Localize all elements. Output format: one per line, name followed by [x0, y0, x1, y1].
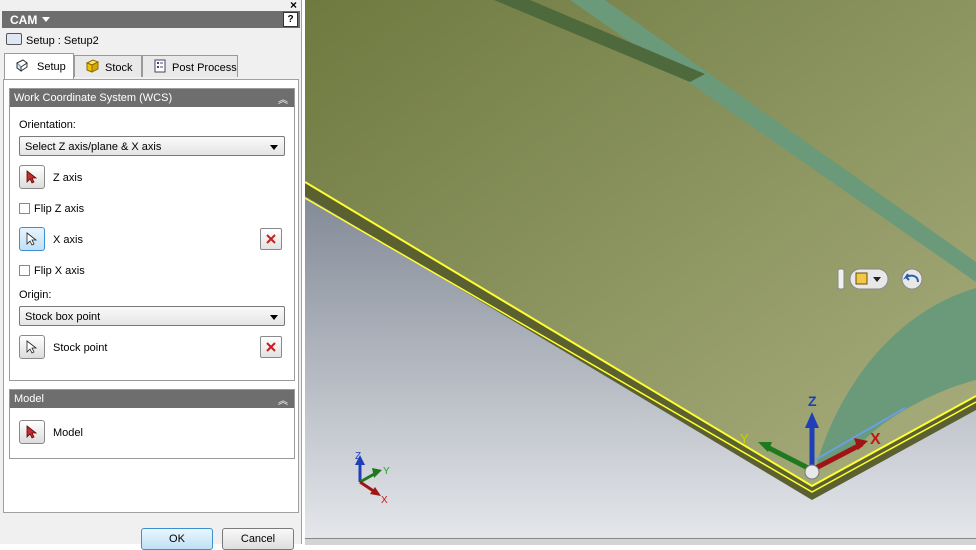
collapse-icon[interactable]: ︽ [278, 91, 288, 106]
cursor-icon [26, 425, 38, 439]
undo-view-button[interactable] [901, 268, 923, 290]
z-axis-label: Z axis [53, 172, 83, 184]
cam-panel: × CAM ? Setup : Setup2 Setup Stock Post … [0, 0, 302, 550]
model-group: Model ︽ Model [9, 389, 295, 459]
y-axis-text: Y [740, 431, 749, 446]
panel-titlebar[interactable]: CAM ? [2, 11, 300, 28]
z-axis-text: Z [808, 393, 817, 409]
origin-sphere [804, 464, 820, 480]
tab-setup-label: Setup [37, 61, 66, 73]
panel-title: CAM [10, 13, 38, 27]
small-y-text: Y [383, 466, 390, 477]
tab-setup[interactable]: Setup [4, 53, 74, 79]
flip-z-checkbox[interactable] [19, 203, 30, 214]
nav-grip[interactable] [837, 268, 845, 290]
tab-post-process[interactable]: Post Process [142, 55, 238, 77]
navigation-bar [836, 268, 928, 290]
folder-open-icon [6, 33, 22, 45]
tab-content: Work Coordinate System (WCS) ︽ Orientati… [3, 79, 299, 513]
setup-path-label: Setup : Setup2 [26, 35, 99, 47]
x-axis-label: X axis [53, 234, 83, 246]
origin-select[interactable]: Stock box point [19, 306, 285, 326]
wcs-group: Work Coordinate System (WCS) ︽ Orientati… [9, 88, 295, 381]
origin-value: Stock box point [25, 311, 101, 323]
model-group-header[interactable]: Model ︽ [10, 390, 294, 408]
orientation-label: Orientation: [19, 119, 76, 131]
orientation-value: Select Z axis/plane & X axis [25, 141, 162, 153]
breadcrumb: Setup : Setup2 [6, 33, 99, 47]
origin-label: Origin: [19, 289, 52, 301]
ok-button[interactable]: OK [141, 528, 213, 550]
tab-stock-label: Stock [105, 62, 133, 74]
x-axis-select-button[interactable] [19, 227, 45, 251]
wcs-group-header[interactable]: Work Coordinate System (WCS) ︽ [10, 89, 294, 107]
cancel-button[interactable]: Cancel [222, 528, 294, 550]
close-icon [266, 234, 276, 244]
z-axis-select-button[interactable] [19, 165, 45, 189]
clear-x-axis-button[interactable] [260, 228, 282, 250]
flip-z-label: Flip Z axis [34, 203, 85, 215]
close-icon [266, 342, 276, 352]
flip-x-checkbox[interactable] [19, 265, 30, 276]
wcs-group-title: Work Coordinate System (WCS) [14, 92, 173, 104]
model-group-title: Model [14, 393, 44, 405]
small-z-text: Z [355, 451, 361, 462]
post-process-icon [154, 59, 166, 73]
clear-stock-point-button[interactable] [260, 336, 282, 358]
collapse-icon[interactable]: ︽ [278, 392, 288, 407]
setup-icon [16, 59, 28, 72]
flip-x-label: Flip X axis [34, 265, 85, 277]
cube-icon [855, 272, 868, 285]
stock-point-select-button[interactable] [19, 335, 45, 359]
orientation-select[interactable]: Select Z axis/plane & X axis [19, 136, 285, 156]
stock-box-icon [85, 59, 99, 73]
tab-stock[interactable]: Stock [74, 55, 142, 77]
tab-post-process-label: Post Process [172, 62, 237, 74]
cursor-icon [26, 170, 38, 184]
small-x-text: X [381, 495, 388, 506]
dropdown-arrow-icon [270, 315, 278, 320]
stock-point-label: Stock point [53, 342, 108, 354]
dropdown-arrow-icon [270, 145, 278, 150]
model-label: Model [53, 427, 83, 439]
cursor-icon [26, 340, 38, 354]
model-select-button[interactable] [19, 420, 45, 444]
x-axis-text: X [870, 431, 881, 448]
cursor-icon [26, 232, 38, 246]
help-button[interactable]: ? [283, 12, 298, 27]
chevron-down-icon[interactable] [42, 17, 50, 22]
